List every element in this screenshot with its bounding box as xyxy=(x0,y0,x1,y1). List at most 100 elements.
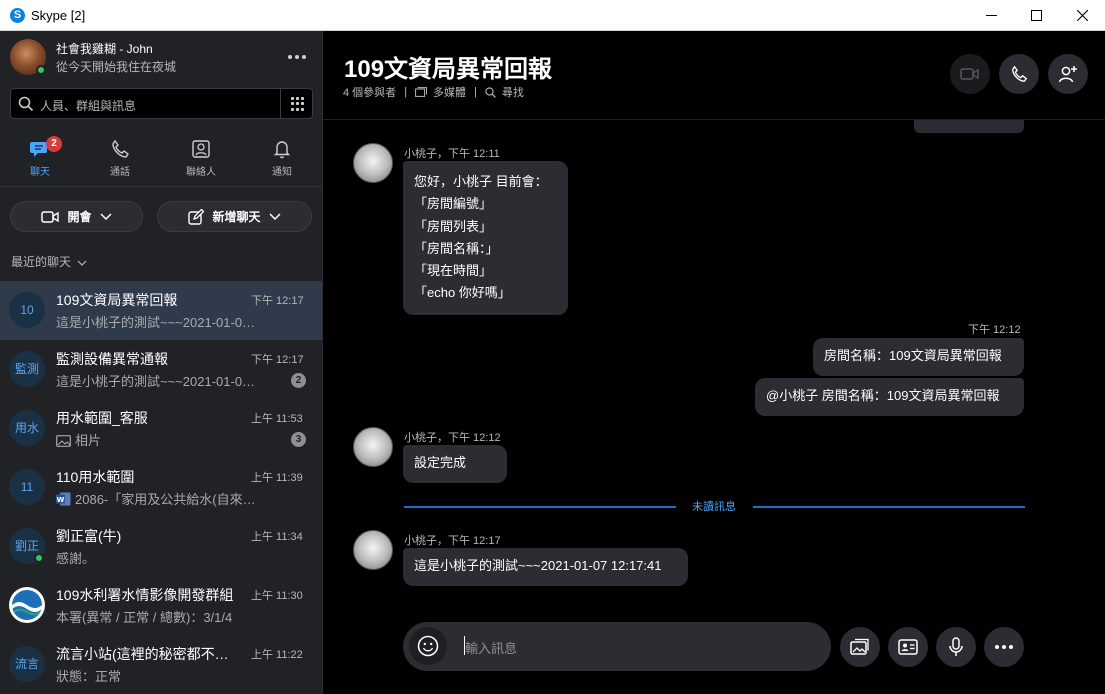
chat-preview: W 2086-「家用及公共給水(自來水)」 xyxy=(56,489,256,508)
message-composer: 輸入訊息 xyxy=(403,622,831,671)
emoji-button[interactable] xyxy=(409,627,447,665)
message-line: 「echo 你好嗎」 xyxy=(414,285,511,301)
chat-preview: 狀態：正常 xyxy=(56,669,122,684)
unread-badge: 2 xyxy=(46,136,62,152)
message-sender: 小桃子，下午 12:12 xyxy=(404,432,501,444)
message-bubble[interactable]: 設定完成 xyxy=(403,445,507,483)
chat-list-item[interactable]: 10 109文資局異常回報 下午 12:17 這是小桃子的測試~~~2021-0… xyxy=(0,281,322,340)
nav-divider xyxy=(0,186,322,187)
add-person-icon xyxy=(1058,66,1077,83)
sender-avatar[interactable] xyxy=(353,530,393,570)
new-chat-button[interactable]: 新增聊天 xyxy=(157,201,312,232)
chevron-down-icon xyxy=(99,212,112,220)
chat-list-item[interactable]: 用水 用水範圍_客服 上午 11:53 相片 3 xyxy=(0,399,322,458)
chevron-down-icon xyxy=(77,260,87,266)
chat-avatar: 流言 xyxy=(9,646,45,682)
message-bubble[interactable]: @小桃子 房間名稱：109文資局異常回報 xyxy=(755,378,1024,416)
meet-now-button[interactable]: 開會 xyxy=(10,201,143,232)
window-title: Skype [2] xyxy=(31,8,86,23)
search-input[interactable]: 人員、群組與訊息 xyxy=(40,97,136,114)
meet-now-label: 開會 xyxy=(67,210,92,224)
share-media-button[interactable] xyxy=(840,627,880,667)
message-time: 下午 12:12 xyxy=(968,324,1021,336)
tab-label: 聊天 xyxy=(30,167,50,178)
dot xyxy=(295,55,299,59)
search-icon xyxy=(485,86,496,98)
profile-avatar[interactable] xyxy=(10,39,46,75)
tab-contacts[interactable]: 聯絡人 xyxy=(161,131,241,187)
tab-label: 通話 xyxy=(110,167,130,178)
audio-call-button[interactable] xyxy=(999,54,1039,94)
tab-chats[interactable]: 2 聊天 xyxy=(0,131,80,187)
chat-preview: 這是小桃子的測試~~~2021-01-07 12:17:41 xyxy=(56,374,256,389)
chat-list-item[interactable]: 劉正 劉正富(牛) 上午 11:34 感謝。 xyxy=(0,517,322,576)
bell-icon xyxy=(273,141,291,159)
more-options-button[interactable] xyxy=(284,47,310,67)
message-line: 「房間編號」 xyxy=(414,196,493,212)
message-bubble[interactable]: 房間名稱：109文資局異常回報 xyxy=(813,338,1024,376)
search-divider xyxy=(280,89,281,118)
online-presence-indicator xyxy=(34,553,44,563)
skype-logo-icon: S xyxy=(10,8,25,23)
chat-avatar-initials: 劉正 xyxy=(14,539,39,553)
search-icon xyxy=(18,96,34,112)
chat-time: 上午 11:53 xyxy=(251,413,303,425)
message-bubble[interactable]: 您好，小桃子 目前會： 「房間編號」 「房間列表」 「房間名稱：」 「現在時間」… xyxy=(403,161,568,315)
chat-avatar: 劉正 xyxy=(9,528,45,564)
participants-link[interactable]: 4 個參與者 xyxy=(343,84,396,100)
tab-label: 聯絡人 xyxy=(186,167,216,178)
chat-preview-text: 2086-「家用及公共給水(自來水)」 xyxy=(75,492,256,507)
chat-preview: 相片 xyxy=(56,430,256,449)
previous-message-bubble xyxy=(914,120,1024,133)
word-document-icon: W xyxy=(56,492,71,506)
chat-list-item[interactable]: 109水利署水情影像開發群組 上午 11:30 本署(異常 / 正常 / 總數)… xyxy=(0,576,322,635)
chat-list-item[interactable]: 11 110用水範圍 上午 11:39 W 2086-「家用及公共給水(自來水)」 xyxy=(0,458,322,517)
chat-name: 監測設備異常通報 xyxy=(56,351,168,367)
video-call-button[interactable] xyxy=(950,54,990,94)
chat-time: 上午 11:30 xyxy=(251,590,303,602)
send-contact-button[interactable] xyxy=(888,627,928,667)
unread-count-badge: 3 xyxy=(291,432,306,447)
chat-name: 劉正富(牛) xyxy=(56,528,122,544)
add-participant-button[interactable] xyxy=(1048,54,1088,94)
conversation-title[interactable]: 109文資局異常回報 xyxy=(344,49,552,84)
maximize-button[interactable] xyxy=(1013,0,1059,31)
conversation-meta: 4 個參與者 | 多媒體 | 尋找 xyxy=(343,84,524,100)
search-box[interactable]: 人員、群組與訊息 xyxy=(10,88,313,119)
maximize-icon xyxy=(1030,10,1042,21)
chat-time: 上午 11:22 xyxy=(251,649,303,661)
chat-time: 上午 11:39 xyxy=(251,472,303,484)
minimize-button[interactable] xyxy=(968,0,1014,31)
chat-avatar: 用水 xyxy=(9,410,45,446)
profile-status-message[interactable]: 從今天開始我住在夜城 xyxy=(56,58,176,75)
tab-calls[interactable]: 通話 xyxy=(80,131,160,187)
chat-preview: 本署(異常 / 正常 / 總數)：3/1/4 xyxy=(56,610,233,625)
gallery-link[interactable]: 多媒體 xyxy=(433,84,466,100)
message-line: 您好，小桃子 目前會： xyxy=(414,174,548,189)
recent-chats-filter[interactable]: 最近的聊天 xyxy=(11,253,87,270)
sender-avatar[interactable] xyxy=(353,143,393,183)
close-button[interactable] xyxy=(1059,0,1105,31)
window-titlebar: S Skype [2] xyxy=(0,0,1105,31)
chat-name: 用水範圍_客服 xyxy=(56,410,148,426)
sender-avatar[interactable] xyxy=(353,427,393,467)
chat-list-item[interactable]: 監測 監測設備異常通報 下午 12:17 這是小桃子的測試~~~2021-01-… xyxy=(0,340,322,399)
message-line: 「房間名稱：」 xyxy=(414,240,499,256)
chevron-down-icon xyxy=(268,212,281,220)
unread-divider-label: 未讀訊息 xyxy=(692,501,736,513)
profile-name[interactable]: 社會我雞糊 - John xyxy=(56,40,153,57)
chat-time: 下午 12:17 xyxy=(251,295,304,307)
message-bubble[interactable]: 這是小桃子的測試~~~2021-01-07 12:17:41 xyxy=(403,548,688,586)
voice-message-button[interactable] xyxy=(936,627,976,667)
microphone-icon xyxy=(949,637,963,656)
chat-list-item[interactable]: 流言 流言小站(這裡的秘密都不會外流) 上午 11:22 狀態：正常 xyxy=(0,635,322,694)
contact-card-icon xyxy=(898,639,918,655)
tab-notifications[interactable]: 通知 xyxy=(242,131,322,187)
chat-avatar: 11 xyxy=(9,469,45,505)
more-options-button[interactable] xyxy=(984,627,1024,667)
phone-icon xyxy=(112,139,129,158)
find-link[interactable]: 尋找 xyxy=(502,84,524,100)
dialpad-icon[interactable] xyxy=(291,97,305,111)
chat-name: 流言小站(這裡的秘密都不會外流) xyxy=(56,646,242,662)
message-input[interactable]: 輸入訊息 xyxy=(465,638,517,657)
